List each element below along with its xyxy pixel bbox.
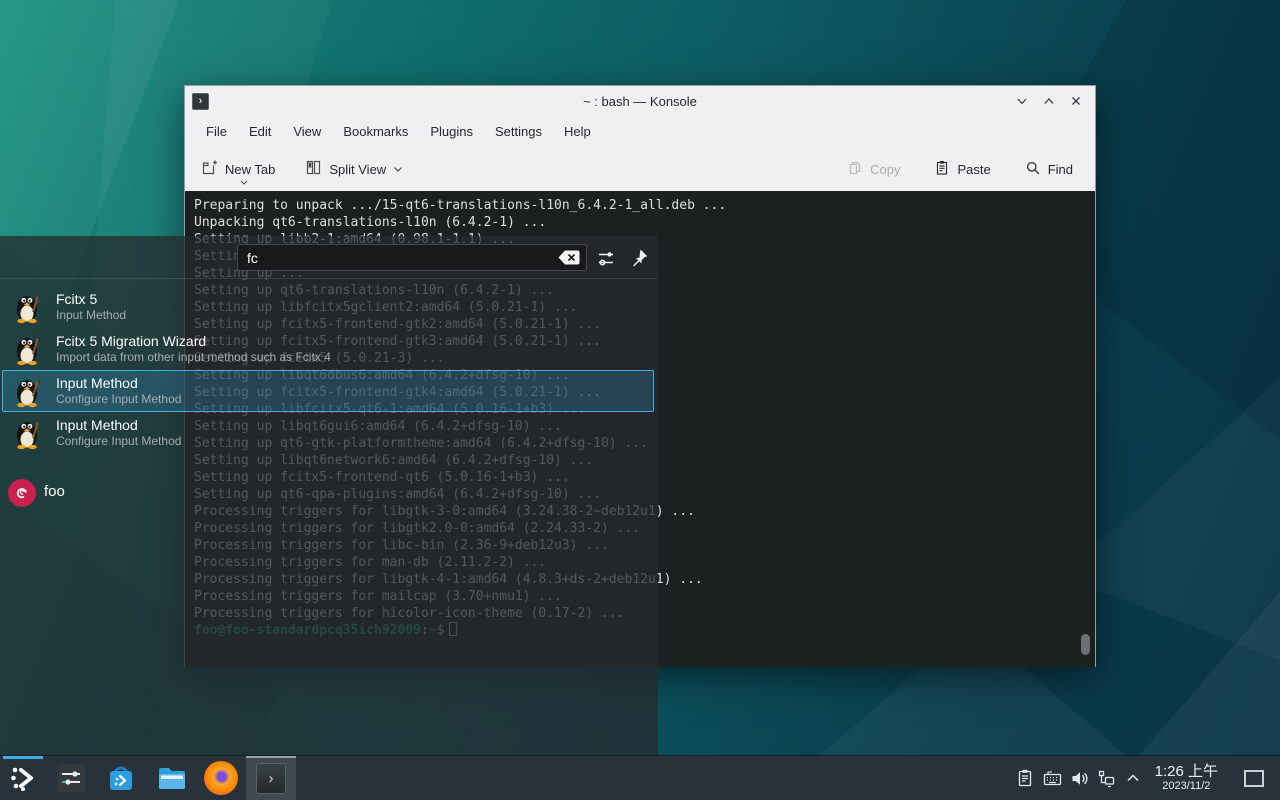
new-tab-button[interactable]: New Tab xyxy=(197,153,279,185)
new-tab-menu-caret xyxy=(240,173,248,188)
kde-kickoff-icon xyxy=(8,763,38,793)
app-launcher-overlay: foo xyxy=(0,236,658,755)
keyboard-icon xyxy=(1042,768,1063,789)
network-icon xyxy=(1096,768,1117,789)
keyboard-tray-button[interactable] xyxy=(1039,761,1066,795)
firefox-button[interactable] xyxy=(196,756,246,800)
menu-help[interactable]: Help xyxy=(553,120,602,143)
result-input-method[interactable]: Input Method Configure Input Method xyxy=(2,412,654,454)
clock-time: 1:26 上午 xyxy=(1155,763,1218,780)
paste-icon xyxy=(934,160,950,179)
split-view-caret xyxy=(393,166,403,173)
firefox-icon xyxy=(204,761,238,795)
terminal-scrollbar[interactable] xyxy=(1081,634,1090,655)
result-subtitle: Configure Input Method xyxy=(56,392,181,407)
tux-penguin-icon xyxy=(11,374,45,408)
sliders-icon xyxy=(55,762,87,794)
terminal-icon: › xyxy=(256,763,286,794)
result-title: Fcitx 5 Migration Wizard xyxy=(56,333,331,350)
clear-search-button[interactable] xyxy=(555,247,583,268)
result-fcitx5-migration-wizard[interactable]: Fcitx 5 Migration Wizard Import data fro… xyxy=(2,328,654,370)
tux-penguin-icon xyxy=(11,290,45,324)
terminal-line: Preparing to unpack .../15-qt6-translati… xyxy=(194,197,1095,214)
menu-settings[interactable]: Settings xyxy=(484,120,553,143)
pin-button[interactable] xyxy=(627,246,651,270)
clipboard-icon xyxy=(1015,768,1035,788)
file-manager-button[interactable] xyxy=(146,756,196,800)
toolbar: New Tab Split View Cop xyxy=(185,147,1095,191)
window-title: ~ : bash — Konsole xyxy=(185,94,1095,109)
result-input-method-selected[interactable]: Input Method Configure Input Method xyxy=(2,370,654,412)
find-icon xyxy=(1025,160,1041,179)
result-subtitle: Import data from other input method such… xyxy=(56,350,331,365)
terminal-line: Unpacking qt6-translations-l10n (6.4.2-1… xyxy=(194,214,1095,231)
result-title: Input Method xyxy=(56,417,181,434)
launcher-active-indicator xyxy=(3,756,43,759)
result-subtitle: Configure Input Method xyxy=(56,434,181,449)
volume-icon xyxy=(1069,768,1090,789)
tux-penguin-icon xyxy=(11,332,45,366)
search-results: Fcitx 5 Input Method Fcitx 5 Migration W… xyxy=(2,286,654,454)
network-tray-button[interactable] xyxy=(1093,761,1120,795)
launcher-search[interactable] xyxy=(237,244,587,271)
menu-bar: File Edit View Bookmarks Plugins Setting… xyxy=(185,116,1095,147)
taskbar: › xyxy=(0,755,1280,800)
result-fcitx5[interactable]: Fcitx 5 Input Method xyxy=(2,286,654,328)
konsole-task-button[interactable]: › xyxy=(246,756,296,800)
split-view-icon xyxy=(305,159,322,179)
app-launcher-button[interactable] xyxy=(0,756,46,800)
system-tray: 1:26 上午 2023/11/2 xyxy=(1012,761,1280,795)
tux-penguin-icon xyxy=(11,416,45,450)
find-button[interactable]: Find xyxy=(1021,154,1077,185)
launcher-separator xyxy=(0,278,658,279)
result-subtitle: Input Method xyxy=(56,308,126,323)
close-button[interactable] xyxy=(1067,92,1085,110)
folder-icon xyxy=(155,762,187,794)
copy-button[interactable]: Copy xyxy=(843,154,904,185)
search-input[interactable] xyxy=(238,250,555,266)
menu-bookmarks[interactable]: Bookmarks xyxy=(332,120,419,143)
search-options-button[interactable] xyxy=(594,246,618,270)
window-titlebar[interactable]: › ~ : bash — Konsole xyxy=(185,86,1095,116)
maximize-button[interactable] xyxy=(1040,92,1058,110)
clock-date: 2023/11/2 xyxy=(1155,780,1218,793)
minimize-button[interactable] xyxy=(1013,92,1031,110)
pushpin-icon xyxy=(629,248,649,268)
system-settings-button[interactable] xyxy=(46,756,96,800)
clock[interactable]: 1:26 上午 2023/11/2 xyxy=(1155,763,1218,793)
show-desktop-button[interactable] xyxy=(1244,770,1264,787)
sliders-icon xyxy=(596,248,617,269)
menu-file[interactable]: File xyxy=(195,120,238,143)
copy-icon xyxy=(847,160,863,179)
tray-expand-button[interactable] xyxy=(1120,761,1147,795)
paste-button[interactable]: Paste xyxy=(930,154,994,185)
split-view-button[interactable]: Split View xyxy=(301,153,407,185)
menu-view[interactable]: View xyxy=(282,120,332,143)
chevron-up-icon xyxy=(1124,769,1142,787)
result-title: Input Method xyxy=(56,375,181,392)
backspace-icon xyxy=(557,249,581,266)
volume-tray-button[interactable] xyxy=(1066,761,1093,795)
menu-edit[interactable]: Edit xyxy=(238,120,282,143)
new-tab-icon xyxy=(201,159,218,179)
distro-logo[interactable] xyxy=(8,479,36,507)
menu-plugins[interactable]: Plugins xyxy=(419,120,484,143)
result-title: Fcitx 5 xyxy=(56,291,126,308)
discover-button[interactable] xyxy=(96,756,146,800)
shopping-bag-icon xyxy=(105,762,137,794)
launcher-user-name: foo xyxy=(44,483,65,500)
debian-swirl-icon xyxy=(13,484,31,502)
clipboard-tray-button[interactable] xyxy=(1012,761,1039,795)
